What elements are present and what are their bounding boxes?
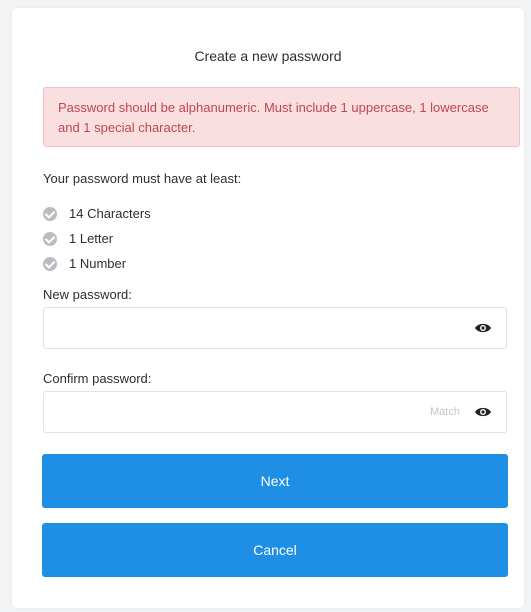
cancel-button[interactable]: Cancel xyxy=(42,523,508,577)
eye-icon[interactable] xyxy=(474,405,492,419)
confirm-password-label: Confirm password: xyxy=(43,371,152,386)
check-circle-icon xyxy=(43,231,57,246)
match-hint: Match xyxy=(430,406,460,418)
password-card: Create a new password Password should be… xyxy=(12,8,524,608)
next-button[interactable]: Next xyxy=(42,454,508,508)
requirement-item: 1 Number xyxy=(43,251,151,276)
requirement-label: 14 Characters xyxy=(69,206,151,221)
check-circle-icon xyxy=(43,206,57,221)
page-title: Create a new password xyxy=(194,48,342,64)
confirm-password-input[interactable] xyxy=(44,392,424,432)
requirement-item: 14 Characters xyxy=(43,201,151,226)
new-password-label: New password: xyxy=(43,287,132,302)
new-password-field xyxy=(43,307,507,349)
error-alert: Password should be alphanumeric. Must in… xyxy=(43,87,520,147)
requirements-heading: Your password must have at least: xyxy=(43,171,242,186)
requirements-list: 14 Characters 1 Letter 1 Number xyxy=(43,201,151,276)
requirement-item: 1 Letter xyxy=(43,226,151,251)
eye-icon[interactable] xyxy=(474,321,492,335)
new-password-input[interactable] xyxy=(44,308,424,348)
requirement-label: 1 Letter xyxy=(69,231,114,246)
requirement-label: 1 Number xyxy=(69,256,127,271)
check-circle-icon xyxy=(43,256,57,271)
confirm-password-field: Match xyxy=(43,391,507,433)
